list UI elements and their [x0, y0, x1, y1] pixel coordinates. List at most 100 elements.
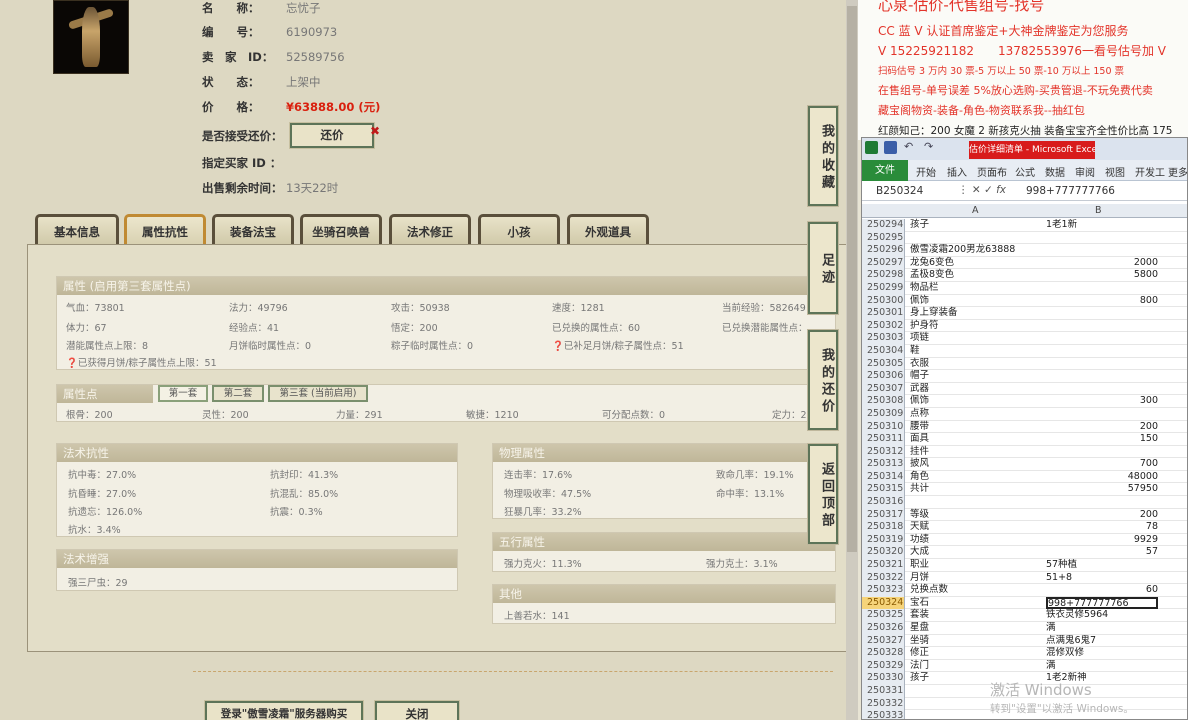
- cell-b[interactable]: 5800: [1046, 269, 1158, 282]
- cell-a[interactable]: 坐骑: [910, 635, 929, 648]
- cell-a[interactable]: 等级: [910, 509, 929, 522]
- cell-b[interactable]: 60: [1046, 584, 1158, 597]
- cell-b[interactable]: 51+8: [1046, 572, 1158, 585]
- ribbon-tab[interactable]: 页面布: [977, 164, 1007, 179]
- cell-a[interactable]: 物品栏: [910, 282, 939, 295]
- row-number[interactable]: 250295: [862, 231, 905, 245]
- cell-b[interactable]: 1老1新: [1046, 219, 1158, 232]
- cell-b[interactable]: 满: [1046, 622, 1158, 635]
- row-number[interactable]: 250300: [862, 294, 905, 308]
- column-b-header[interactable]: B: [1095, 205, 1102, 216]
- tab-spell[interactable]: 法术修正: [389, 214, 471, 246]
- cell-b[interactable]: 57950: [1046, 483, 1158, 496]
- row-number[interactable]: 250310: [862, 420, 905, 434]
- cell-a[interactable]: 兑换点数: [910, 584, 948, 597]
- cell-a[interactable]: 身上穿装备: [910, 307, 958, 320]
- cell-a[interactable]: 孩子: [910, 219, 929, 232]
- cell-b[interactable]: 满: [1046, 660, 1158, 673]
- row-number[interactable]: 250308: [862, 395, 905, 408]
- cell-a[interactable]: 宝石: [910, 597, 929, 610]
- cell-a[interactable]: 共计: [910, 483, 929, 496]
- row-number[interactable]: 250331: [862, 684, 905, 698]
- formula-input[interactable]: 998+777777766: [1026, 185, 1115, 197]
- cell-a[interactable]: 职业: [910, 559, 929, 572]
- row-number[interactable]: 250298: [862, 269, 905, 282]
- ribbon-tab[interactable]: 插入: [947, 164, 967, 179]
- cell-b[interactable]: 57: [1046, 546, 1158, 559]
- row-number[interactable]: 250304: [862, 344, 905, 358]
- row-number[interactable]: 250318: [862, 521, 905, 534]
- tab-mounts[interactable]: 坐骑召唤兽: [300, 214, 382, 246]
- cell-b[interactable]: 800: [1046, 295, 1158, 308]
- subtab-set-1[interactable]: 第一套: [158, 385, 208, 402]
- row-number[interactable]: 250322: [862, 571, 905, 585]
- cell-a[interactable]: 佩饰: [910, 395, 929, 408]
- tab-attributes[interactable]: 属性抗性: [124, 214, 206, 246]
- row-number[interactable]: 250301: [862, 307, 905, 320]
- cell-a[interactable]: 天赋: [910, 521, 929, 534]
- counter-offer-button[interactable]: 还价 ✖: [289, 122, 380, 149]
- redo-icon[interactable]: ↷: [924, 140, 937, 153]
- cell-a[interactable]: 鞋: [910, 345, 920, 358]
- subtab-set-3[interactable]: 第三套 (当前启用): [268, 385, 368, 402]
- row-number[interactable]: 250317: [862, 508, 905, 522]
- cell-a[interactable]: 挂件: [910, 446, 929, 459]
- cell-b[interactable]: 150: [1046, 433, 1158, 446]
- tab-basic[interactable]: 基本信息: [35, 214, 119, 246]
- cell-b[interactable]: 9929: [1046, 534, 1158, 547]
- ribbon-tab[interactable]: 开始: [916, 164, 936, 179]
- row-number[interactable]: 250329: [862, 659, 905, 673]
- row-number[interactable]: 250299: [862, 281, 905, 295]
- row-number[interactable]: 250325: [862, 609, 905, 622]
- column-a-header[interactable]: A: [972, 205, 979, 216]
- ribbon-tab[interactable]: 数据: [1045, 164, 1065, 179]
- ribbon-tab[interactable]: 更多: [1168, 164, 1187, 179]
- cell-a[interactable]: 星盘: [910, 622, 929, 635]
- cell-b[interactable]: 点满鬼6鬼7: [1046, 635, 1158, 648]
- row-number[interactable]: 250305: [862, 357, 905, 371]
- cell-a[interactable]: 法门: [910, 660, 929, 673]
- cell-b[interactable]: 200: [1046, 509, 1158, 522]
- row-number[interactable]: 250323: [862, 584, 905, 597]
- cell-b[interactable]: 混修双修: [1046, 647, 1158, 660]
- cell-b[interactable]: 998+777777766: [1046, 596, 1158, 610]
- row-number[interactable]: 250321: [862, 559, 905, 572]
- row-number[interactable]: 250315: [862, 483, 905, 497]
- cell-b[interactable]: 铁衣灵修5964: [1046, 609, 1158, 622]
- cell-a[interactable]: 护身符: [910, 320, 939, 333]
- row-number[interactable]: 250328: [862, 647, 905, 660]
- undo-icon[interactable]: ↶: [904, 140, 917, 153]
- row-number[interactable]: 250309: [862, 407, 905, 421]
- row-number[interactable]: 250306: [862, 370, 905, 383]
- tab-equipment[interactable]: 装备法宝: [212, 214, 294, 246]
- page-scrollbar[interactable]: [846, 0, 858, 720]
- cell-b[interactable]: 57种植: [1046, 559, 1158, 572]
- cell-a[interactable]: 角色: [910, 471, 929, 484]
- cell-a[interactable]: 武器: [910, 383, 929, 396]
- cell-b[interactable]: 700: [1046, 458, 1158, 471]
- back-to-top-button[interactable]: 返回顶部: [807, 443, 839, 545]
- row-number[interactable]: 250311: [862, 433, 905, 446]
- cell-a[interactable]: 龙兔6变色: [910, 257, 954, 270]
- cell-b[interactable]: 200: [1046, 421, 1158, 434]
- row-number[interactable]: 250303: [862, 332, 905, 345]
- cell-a[interactable]: 腰带: [910, 421, 929, 434]
- row-number[interactable]: 250307: [862, 382, 905, 396]
- cell-a[interactable]: 面具: [910, 433, 929, 446]
- subtab-set-2[interactable]: 第二套: [212, 385, 264, 402]
- cell-a[interactable]: 帽子: [910, 370, 929, 383]
- cell-a[interactable]: 点称: [910, 408, 929, 421]
- scrollbar-thumb[interactable]: [847, 6, 857, 552]
- row-number[interactable]: 250333: [862, 710, 905, 719]
- my-favorites-button[interactable]: 我的收藏: [807, 105, 839, 207]
- footprint-button[interactable]: 足迹: [807, 221, 839, 315]
- row-number[interactable]: 250332: [862, 697, 905, 711]
- row-number[interactable]: 250330: [862, 672, 905, 685]
- row-number[interactable]: 250319: [862, 533, 905, 547]
- cell-b[interactable]: 2000: [1046, 257, 1158, 270]
- cell-a[interactable]: 孩子: [910, 672, 929, 685]
- cell-b[interactable]: 48000: [1046, 471, 1158, 484]
- cell-a[interactable]: 大成: [910, 546, 929, 559]
- close-button[interactable]: 关闭: [374, 700, 460, 720]
- row-number[interactable]: 250316: [862, 496, 905, 509]
